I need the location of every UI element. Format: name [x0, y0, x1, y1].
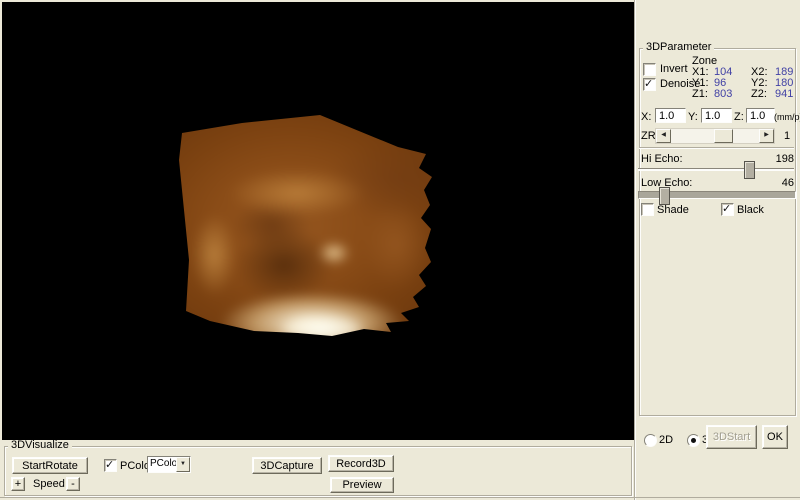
ultrasound-volume-render — [160, 93, 449, 352]
ultrasound-volume — [172, 105, 437, 340]
check-icon: ✓ — [105, 458, 114, 471]
zone-z1-label: Z1: — [692, 88, 708, 100]
check-icon: ✓ — [644, 77, 653, 90]
preview-button[interactable]: Preview — [330, 477, 394, 493]
application-window: 3DParameter Invert ✓ Denoise Zone X1: 10… — [0, 0, 800, 500]
zone-z2-value: 941 — [775, 88, 793, 100]
start-rotate-button[interactable]: StartRotate — [12, 457, 88, 474]
scale-z-input[interactable] — [746, 108, 775, 123]
mode-3d-radio[interactable] — [687, 434, 700, 447]
shade-label: Shade — [657, 204, 689, 216]
radio-dot-icon — [691, 438, 696, 443]
ok-button[interactable]: OK — [762, 425, 788, 449]
3dvisualize-title: 3DVisualize — [8, 440, 72, 451]
render-viewport[interactable] — [2, 2, 634, 440]
mode-2d-radio[interactable] — [644, 434, 657, 447]
mode-2d-label: 2D — [659, 434, 673, 446]
zone-z2-label: Z2: — [751, 88, 767, 100]
invert-label: Invert — [660, 63, 688, 75]
scale-x-input[interactable] — [655, 108, 686, 123]
scale-z-label: Z: — [734, 111, 744, 123]
3dparameter-title: 3DParameter — [643, 42, 714, 53]
speed-plus-button[interactable]: + — [11, 477, 25, 491]
hi-echo-slider-thumb[interactable] — [744, 161, 755, 179]
panel-divider — [634, 0, 636, 500]
zrate-value: 1 — [784, 130, 790, 142]
shade-checkbox[interactable] — [641, 203, 654, 216]
black-checkbox[interactable]: ✓ — [721, 203, 734, 216]
zrate-scrollbar-thumb[interactable] — [714, 129, 733, 143]
denoise-checkbox[interactable]: ✓ — [643, 78, 656, 91]
scale-unit-label: (mm/p) — [774, 111, 800, 123]
zrate-left-arrow-icon[interactable]: ◀ — [656, 129, 671, 143]
3dcapture-button[interactable]: 3DCapture — [252, 457, 322, 474]
black-label: Black — [737, 204, 764, 216]
window-bottom-edge — [0, 497, 800, 498]
check-icon: ✓ — [722, 202, 731, 215]
speed-label: Speed — [33, 478, 65, 490]
low-echo-slider-thumb[interactable] — [659, 187, 670, 205]
zone-z1-value: 803 — [714, 88, 732, 100]
pcolor-checkbox[interactable]: ✓ — [104, 459, 117, 472]
zrate-scrollbar[interactable]: ◀ ▶ — [655, 128, 775, 144]
invert-checkbox[interactable] — [643, 63, 656, 76]
scale-x-label: X: — [641, 111, 651, 123]
zrate-right-arrow-icon[interactable]: ▶ — [759, 129, 774, 143]
hi-echo-label: Hi Echo: — [641, 153, 683, 165]
speed-minus-button[interactable]: - — [66, 477, 80, 491]
scale-y-input[interactable] — [701, 108, 732, 123]
hi-echo-value: 198 — [766, 153, 794, 165]
pcolor-dropdown[interactable]: PColor ▼ — [147, 456, 191, 473]
record3d-button[interactable]: Record3D — [328, 455, 394, 472]
hi-echo-slider-track[interactable] — [638, 168, 794, 171]
3dparameter-groupbox — [639, 48, 796, 416]
section-divider — [639, 147, 794, 149]
dropdown-arrow-icon[interactable]: ▼ — [176, 457, 190, 472]
low-echo-value: 46 — [766, 177, 794, 189]
scale-y-label: Y: — [688, 111, 698, 123]
3dstart-button[interactable]: 3DStart — [706, 425, 757, 449]
